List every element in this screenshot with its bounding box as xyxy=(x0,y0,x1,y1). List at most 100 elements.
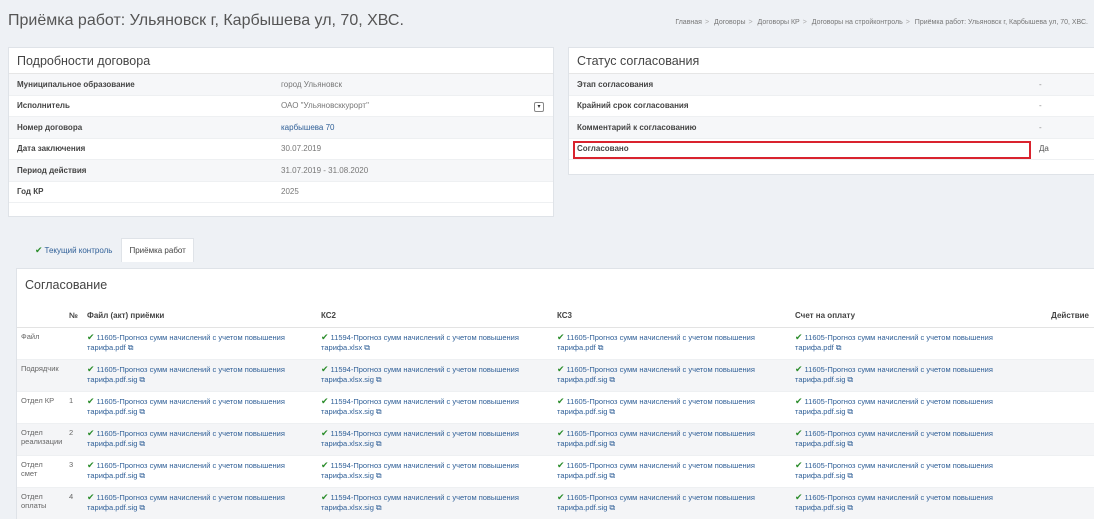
external-link-icon[interactable]: ⧉ xyxy=(609,407,615,416)
check-icon: ✔ xyxy=(795,395,803,406)
table-row: Отдел КР 1 ✔ 11605-Прогноз сумм начислений … xyxy=(17,391,1094,424)
breadcrumb-construction-control[interactable]: Договоры на стройконтроль xyxy=(812,19,903,26)
breadcrumb-contracts[interactable]: Договоры xyxy=(714,19,745,26)
file-cell-invoice: ✔ 11605-Прогноз сумм начислений с учетом … xyxy=(791,359,1019,392)
row-role: Отдел оплаты xyxy=(17,487,65,519)
row-role: Подрядчик xyxy=(17,359,65,392)
row-action xyxy=(1019,327,1094,360)
file-link[interactable]: 11605-Прогноз сумм начислений с учетом п… xyxy=(87,429,285,448)
table-row: Подрядчик ✔ 11605-Прогноз сумм начислений … xyxy=(17,359,1094,392)
file-link[interactable]: 11605-Прогноз сумм начислений с учетом п… xyxy=(87,365,285,384)
file-link[interactable]: 11605-Прогноз сумм начислений с учетом п… xyxy=(87,397,285,416)
check-icon: ✔ xyxy=(87,491,95,502)
external-link-icon[interactable]: ⧉ xyxy=(836,343,842,352)
external-link-icon[interactable]: ⧉ xyxy=(609,503,615,512)
page-title: Приёмка работ: Ульяновск г, Карбышева ул… xyxy=(8,12,404,29)
row-number: 2 xyxy=(65,423,83,456)
external-link-icon[interactable]: ⧉ xyxy=(847,439,853,448)
file-link[interactable]: 11594-Прогноз сумм начислений с учетом п… xyxy=(321,397,519,416)
external-link-icon[interactable]: ⧉ xyxy=(847,407,853,416)
external-link-icon[interactable]: ⧉ xyxy=(139,407,145,416)
row-role: Отдел КР xyxy=(17,391,65,424)
check-icon: ✔ xyxy=(557,427,565,438)
external-link-icon[interactable]: ⧉ xyxy=(609,439,615,448)
external-link-icon[interactable]: ⧉ xyxy=(376,375,382,384)
file-link[interactable]: 11605-Прогноз сумм начислений с учетом п… xyxy=(87,461,285,480)
external-link-icon[interactable]: ⧉ xyxy=(139,471,145,480)
chevron-down-icon[interactable]: ▾ xyxy=(534,101,544,112)
file-link[interactable]: 11605-Прогноз сумм начислений с учетом п… xyxy=(557,493,755,512)
row-value: 2025 xyxy=(281,187,299,197)
file-link[interactable]: 11594-Прогноз сумм начислений с учетом п… xyxy=(321,429,519,448)
row-value: город Ульяновск xyxy=(281,79,343,89)
file-link[interactable]: 11605-Прогноз сумм начислений с учетом п… xyxy=(795,461,993,480)
file-link[interactable]: 11605-Прогноз сумм начислений с учетом п… xyxy=(795,333,993,352)
contract-row-municipality: Муниципальное образование город Ульяновс… xyxy=(9,74,553,96)
check-icon: ✔ xyxy=(321,363,329,374)
file-link[interactable]: 11594-Прогноз сумм начислений с учетом п… xyxy=(321,461,519,480)
external-link-icon[interactable]: ⧉ xyxy=(376,503,382,512)
external-link-icon[interactable]: ⧉ xyxy=(609,375,615,384)
external-link-icon[interactable]: ⧉ xyxy=(609,471,615,480)
breadcrumb-contracts-kr[interactable]: Договоры КР xyxy=(758,19,800,26)
approval-status-panel: Статус согласования Этап согласования - … xyxy=(568,47,1094,175)
approval-table: № Файл (акт) приёмки КС2 КС3 Счет на опл… xyxy=(17,305,1094,519)
contract-details-list: Муниципальное образование город Ульяновс… xyxy=(9,74,553,203)
check-icon: ✔ xyxy=(321,331,329,342)
external-link-icon[interactable]: ⧉ xyxy=(847,503,853,512)
external-link-icon[interactable]: ⧉ xyxy=(139,503,145,512)
check-icon: ✔ xyxy=(87,459,95,470)
row-role: Отдел смет xyxy=(17,455,65,488)
external-link-icon[interactable]: ⧉ xyxy=(376,471,382,480)
external-link-icon[interactable]: ⧉ xyxy=(598,343,604,352)
contract-row-date: Дата заключения 30.07.2019 xyxy=(9,139,553,160)
contract-number-link[interactable]: карбышева 70 xyxy=(281,123,335,132)
file-link[interactable]: 11594-Прогноз сумм начислений с учетом п… xyxy=(321,365,519,384)
file-link[interactable]: 11605-Прогноз сумм начислений с учетом п… xyxy=(557,365,755,384)
file-cell-ks2: ✔ 11594-Прогноз сумм начислений с учетом … xyxy=(317,327,553,360)
external-link-icon[interactable]: ⧉ xyxy=(376,407,382,416)
file-link[interactable]: 11605-Прогноз сумм начислений с учетом п… xyxy=(557,333,755,352)
row-value: ОАО "Ульяновсккурорт" xyxy=(281,101,369,111)
tab-current-control[interactable]: ✔ Текущий контроль xyxy=(28,238,119,262)
column-header-ks3: КС3 xyxy=(553,305,791,328)
row-label: Период действия xyxy=(17,165,87,175)
file-cell-ks3: ✔ 11605-Прогноз сумм начислений с учетом … xyxy=(553,391,791,424)
file-cell-ks2: ✔ 11594-Прогноз сумм начислений с учетом … xyxy=(317,455,553,488)
external-link-icon[interactable]: ⧉ xyxy=(376,439,382,448)
external-link-icon[interactable]: ⧉ xyxy=(847,375,853,384)
row-value: Да xyxy=(1039,144,1049,154)
file-link[interactable]: 11605-Прогноз сумм начислений с учетом п… xyxy=(795,365,993,384)
row-number xyxy=(65,359,83,392)
breadcrumb-home[interactable]: Главная xyxy=(675,19,702,26)
check-icon: ✔ xyxy=(321,427,329,438)
file-link[interactable]: 11605-Прогноз сумм начислений с учетом п… xyxy=(557,397,755,416)
row-label: Год КР xyxy=(17,187,44,197)
file-link[interactable]: 11605-Прогноз сумм начислений с учетом п… xyxy=(795,397,993,416)
file-link[interactable]: 11605-Прогноз сумм начислений с учетом п… xyxy=(87,333,285,352)
approval-status-title: Статус согласования xyxy=(569,48,1094,74)
file-link[interactable]: 11594-Прогноз сумм начислений с учетом п… xyxy=(321,333,519,352)
file-link[interactable]: 11605-Прогноз сумм начислений с учетом п… xyxy=(795,429,993,448)
check-icon: ✔ xyxy=(87,427,95,438)
file-link[interactable]: 11605-Прогноз сумм начислений с учетом п… xyxy=(795,493,993,512)
external-link-icon[interactable]: ⧉ xyxy=(139,439,145,448)
tab-acceptance[interactable]: Приёмка работ xyxy=(121,238,194,262)
check-icon: ✔ xyxy=(87,363,95,374)
file-link[interactable]: 11605-Прогноз сумм начислений с учетом п… xyxy=(557,461,755,480)
approval-grid-panel: Согласование № Файл (акт) приёмки КС2 КС… xyxy=(16,268,1094,519)
highlight-box xyxy=(573,140,1031,159)
file-link[interactable]: 11605-Прогноз сумм начислений с учетом п… xyxy=(557,429,755,448)
external-link-icon[interactable]: ⧉ xyxy=(139,375,145,384)
external-link-icon[interactable]: ⧉ xyxy=(128,343,134,352)
contract-row-year: Год КР 2025 xyxy=(9,182,553,203)
external-link-icon[interactable]: ⧉ xyxy=(847,471,853,480)
file-link[interactable]: 11594-Прогноз сумм начислений с учетом п… xyxy=(321,493,519,512)
status-row-approved: Согласовано Да xyxy=(569,139,1094,160)
check-icon: ✔ xyxy=(321,491,329,502)
external-link-icon[interactable]: ⧉ xyxy=(364,343,370,352)
row-role: Отдел реализации xyxy=(17,423,65,456)
table-row: Отдел оплаты 4 ✔ 11605-Прогноз сумм начисле… xyxy=(17,487,1094,519)
file-link[interactable]: 11605-Прогноз сумм начислений с учетом п… xyxy=(87,493,285,512)
table-row: Отдел смет 3 ✔ 11605-Прогноз сумм начислени… xyxy=(17,455,1094,488)
